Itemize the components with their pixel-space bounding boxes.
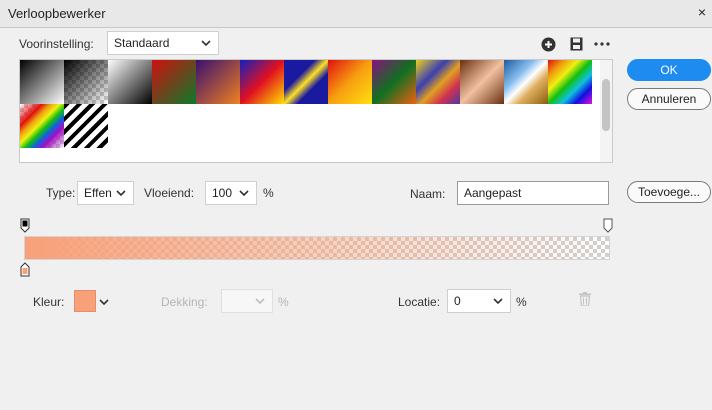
window-title: Verloopbewerker — [8, 6, 106, 21]
trash-icon[interactable] — [578, 291, 592, 307]
chevron-down-icon — [492, 295, 504, 307]
smoothness-select[interactable]: 100 — [205, 181, 257, 205]
smoothness-value: 100 — [212, 186, 233, 200]
location-unit: % — [516, 295, 527, 309]
gradient-fill — [25, 237, 609, 259]
opacity-stop-left[interactable] — [20, 218, 30, 236]
location-label: Locatie: — [398, 295, 441, 309]
gradient-preset-swatch[interactable] — [20, 60, 64, 104]
opacity-label: Dekking: — [161, 295, 208, 309]
cancel-button[interactable]: Annuleren — [627, 88, 711, 110]
preset-scrollbar-thumb[interactable] — [602, 79, 610, 131]
gradient-preset-swatch[interactable] — [460, 60, 504, 104]
chevron-down-icon[interactable] — [98, 296, 110, 308]
gradient-preset-swatch[interactable] — [416, 60, 460, 104]
gradient-preset-swatch[interactable] — [548, 60, 592, 104]
save-icon[interactable] — [568, 36, 584, 52]
smoothness-label: Vloeiend: — [144, 186, 195, 200]
chevron-down-icon — [238, 187, 250, 199]
smoothness-unit: % — [263, 186, 274, 200]
location-select[interactable]: 0 — [447, 289, 511, 313]
chevron-down-icon — [254, 295, 266, 307]
stop-color-swatch[interactable] — [74, 290, 96, 312]
preset-value: Standaard — [114, 36, 170, 50]
opacity-stop-right[interactable] — [603, 218, 613, 236]
opacity-unit: % — [278, 295, 289, 309]
more-icon[interactable] — [593, 38, 611, 50]
type-value: Effen — [84, 186, 112, 200]
type-select[interactable]: Effen — [77, 181, 134, 205]
ok-button[interactable]: OK — [627, 59, 711, 81]
opacity-select[interactable] — [221, 289, 273, 313]
gradient-preview-bar[interactable] — [24, 236, 610, 260]
gradient-preset-swatch[interactable] — [152, 60, 196, 104]
gradient-preset-swatch[interactable] — [504, 60, 548, 104]
gradient-preset-swatch[interactable] — [64, 104, 108, 148]
chevron-down-icon — [115, 187, 127, 199]
new-gradient-button[interactable]: Toevoege... — [627, 181, 711, 203]
gradient-preset-swatch[interactable] — [20, 104, 64, 148]
plus-circle-icon[interactable] — [540, 36, 556, 52]
name-input[interactable] — [457, 181, 609, 205]
gradient-preset-swatch[interactable] — [240, 60, 284, 104]
color-stop-left[interactable] — [20, 262, 30, 280]
preset-select[interactable]: Standaard — [107, 31, 219, 55]
chevron-down-icon — [200, 37, 212, 49]
close-icon[interactable]: × — [698, 4, 706, 20]
name-label: Naam: — [410, 187, 446, 201]
preset-gallery — [19, 59, 613, 163]
gradient-preset-swatch[interactable] — [284, 60, 328, 104]
preset-label: Voorinstelling: — [19, 37, 94, 51]
title-bar: Verloopbewerker × — [0, 0, 712, 28]
color-label: Kleur: — [33, 295, 65, 309]
type-label: Type: — [46, 186, 76, 200]
gradient-preset-swatch[interactable] — [328, 60, 372, 104]
gradient-preset-swatch[interactable] — [196, 60, 240, 104]
gradient-preset-swatch[interactable] — [372, 60, 416, 104]
location-value: 0 — [454, 294, 461, 308]
gradient-preset-swatch[interactable] — [64, 60, 108, 104]
gradient-preset-swatch[interactable] — [108, 60, 152, 104]
